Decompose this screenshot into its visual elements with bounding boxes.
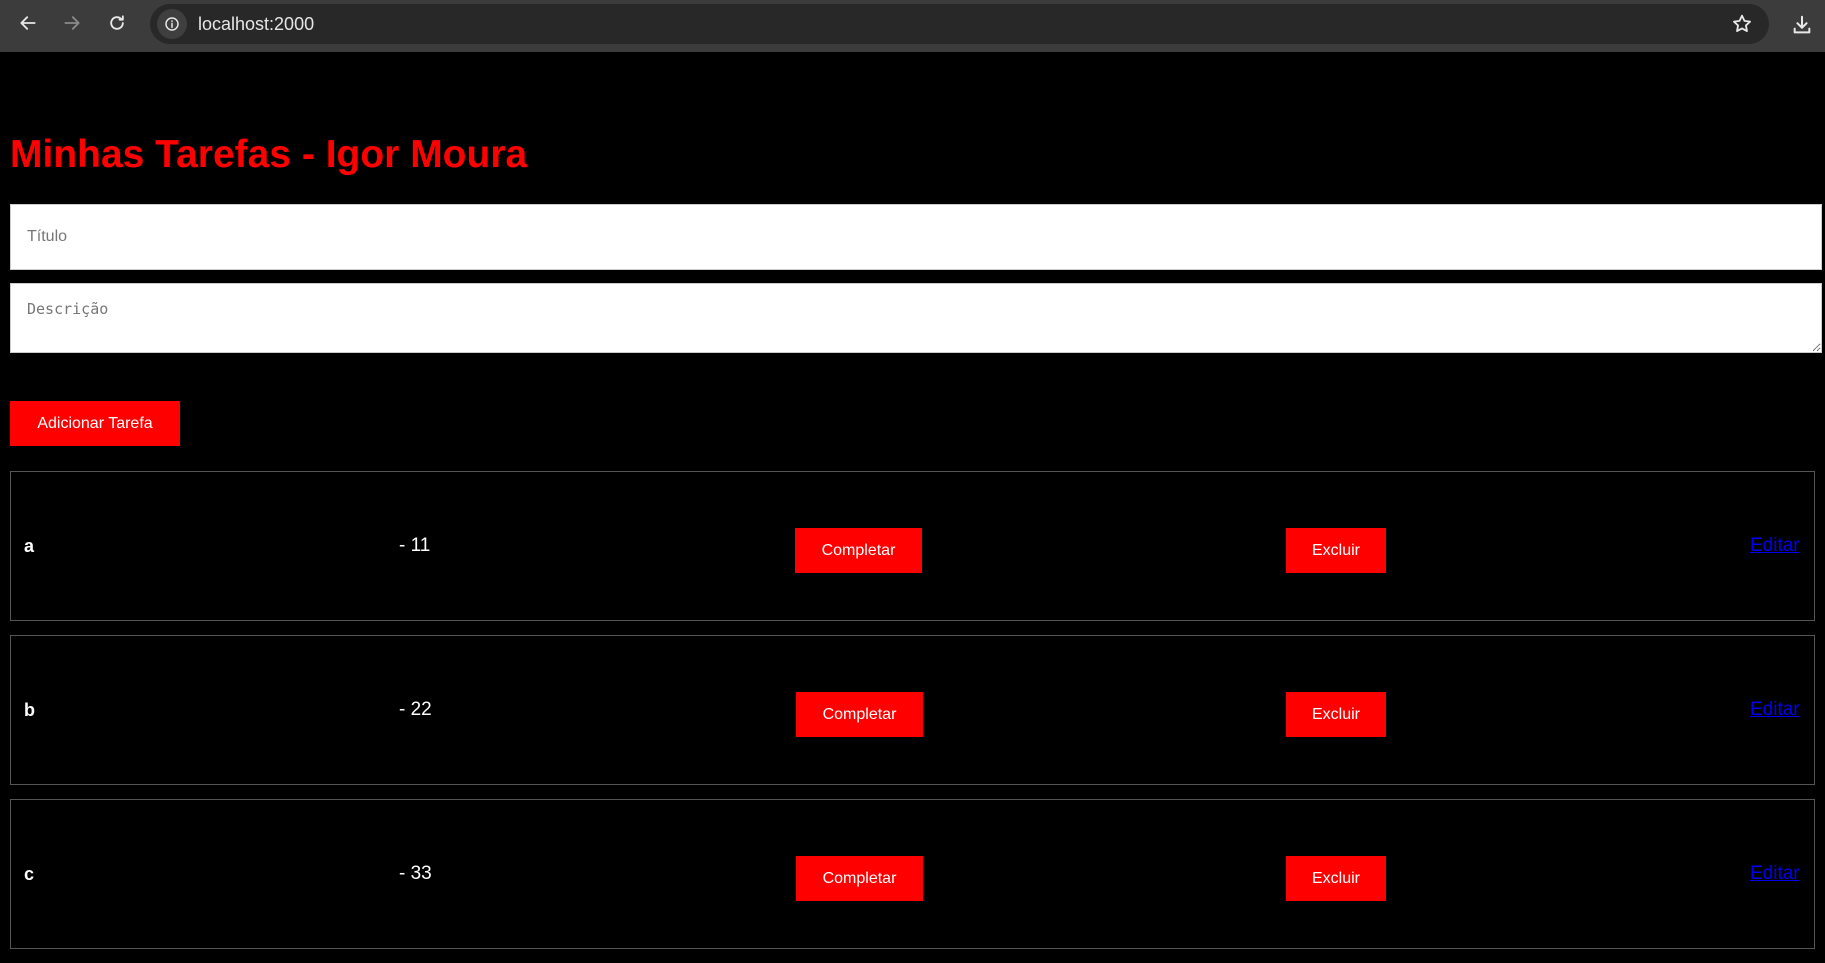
info-icon <box>165 17 179 31</box>
address-bar[interactable]: localhost:2000 <box>150 4 1769 44</box>
delete-button[interactable]: Excluir <box>1286 856 1386 901</box>
edit-link[interactable]: Editar <box>1750 698 1800 722</box>
complete-button[interactable]: Completar <box>796 692 923 737</box>
arrow-right-icon <box>64 16 80 30</box>
star-icon <box>1733 14 1751 32</box>
task-title: c <box>24 864 35 884</box>
task-item: b - 22 Completar Excluir Editar <box>10 635 1815 785</box>
reload-icon <box>110 15 124 30</box>
delete-button[interactable]: Excluir <box>1286 692 1386 737</box>
task-description: - 11 <box>399 535 431 556</box>
complete-button[interactable]: Completar <box>796 856 923 901</box>
site-info-button[interactable] <box>157 9 187 39</box>
browser-toolbar: localhost:2000 <box>0 0 1825 52</box>
add-task-button[interactable]: Adicionar Tarefa <box>10 401 180 446</box>
task-list: a - 11 Completar Excluir Editar b - 22 C… <box>10 471 1815 963</box>
edit-link[interactable]: Editar <box>1750 534 1800 558</box>
task-description: - 22 <box>399 699 432 720</box>
download-icon <box>1793 15 1811 34</box>
title-input[interactable] <box>10 204 1822 270</box>
back-button[interactable] <box>13 8 43 38</box>
task-title: a <box>24 536 35 556</box>
downloads-button[interactable] <box>1787 10 1817 40</box>
delete-button[interactable]: Excluir <box>1286 528 1386 573</box>
task-description: - 33 <box>399 863 432 884</box>
task-item: a - 11 Completar Excluir Editar <box>10 471 1815 621</box>
reload-button[interactable] <box>102 8 132 38</box>
arrow-left-icon <box>20 16 36 30</box>
forward-button[interactable] <box>57 8 87 38</box>
url-text[interactable]: localhost:2000 <box>198 14 314 35</box>
bookmark-button[interactable] <box>1729 11 1755 37</box>
description-textarea[interactable] <box>10 283 1822 353</box>
task-title: b <box>24 700 35 720</box>
page-title: Minhas Tarefas - Igor Moura <box>10 133 528 176</box>
complete-button[interactable]: Completar <box>795 528 922 573</box>
task-item: c - 33 Completar Excluir Editar <box>10 799 1815 949</box>
edit-link[interactable]: Editar <box>1750 862 1800 886</box>
